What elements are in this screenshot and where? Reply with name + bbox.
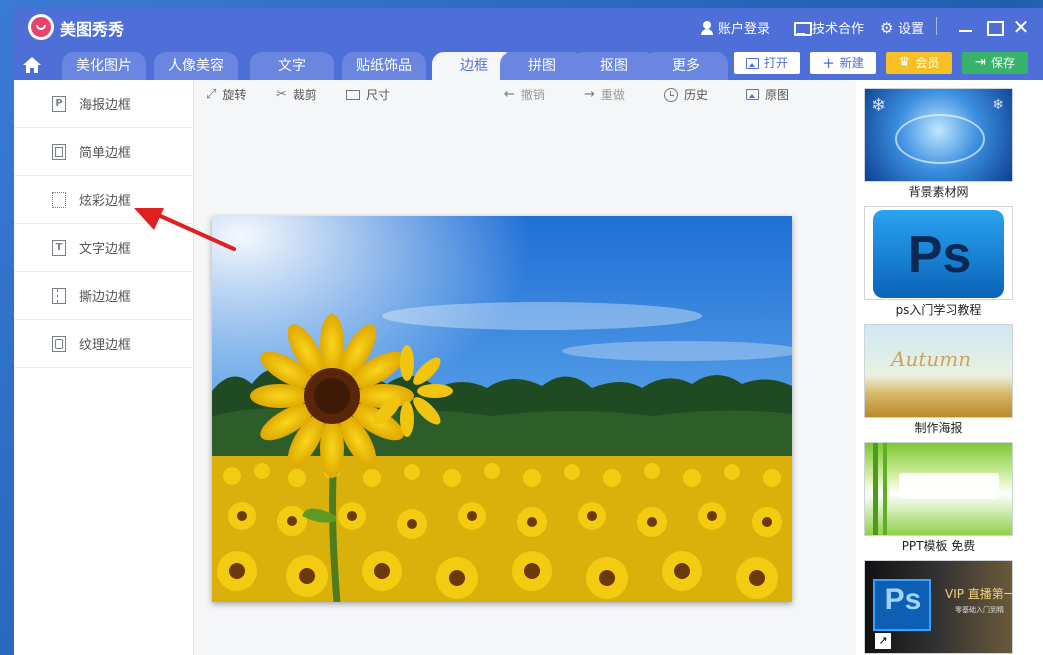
tech-cooperation-link[interactable]: 技术合作 [794, 18, 864, 37]
plus-icon: + [822, 54, 835, 72]
ad-caption: PPT模板 免费 [901, 539, 976, 553]
sidebar-item-poster-frame[interactable]: P 海报边框 [14, 80, 193, 128]
app-title: 美图秀秀 [60, 20, 125, 39]
open-label: 打开 [763, 56, 788, 70]
account-login-label: 账户登录 [718, 22, 771, 37]
main-tab-bar: 美化图片 人像美容 文字 贴纸饰品 边框 拼图 抠图 更多 打开 + 新建 ♛ … [14, 46, 1043, 80]
autumn-text: Autumn [891, 347, 972, 371]
settings-link[interactable]: ⚙ 设置 [880, 18, 924, 37]
sidebar-item-label: 炫彩边框 [79, 194, 132, 209]
sunflower-photo[interactable] [212, 216, 792, 602]
tab-portrait[interactable]: 人像美容 [154, 52, 238, 80]
ps-logo-text: Ps [907, 226, 972, 284]
sidebar-item-label: 简单边框 [79, 146, 132, 161]
tab-text[interactable]: 文字 [250, 52, 334, 80]
ad-thumbnail: Ps VIP 直播第一 零基础入门到精 ↗ [864, 560, 1013, 654]
ad-thumbnail: Autumn [864, 324, 1013, 418]
sidebar-item-label: 纹理边框 [79, 338, 132, 353]
home-button[interactable] [22, 56, 44, 76]
close-window-button[interactable]: ✕ [1010, 16, 1032, 38]
tech-cooperation-label: 技术合作 [812, 22, 865, 37]
save-label: 保存 [990, 56, 1015, 70]
sidebar-item-texture-frame[interactable]: 纹理边框 [14, 320, 193, 368]
frame-category-sidebar: P 海报边框 简单边框 炫彩边框 T 文字边框 撕边边框 纹理边框 [14, 80, 194, 655]
tab-beautify[interactable]: 美化图片 [62, 52, 146, 80]
crown-icon: ♛ [898, 55, 911, 70]
monitor-icon [794, 21, 812, 36]
torn-frame-icon [52, 287, 66, 304]
tab-stickers[interactable]: 贴纸饰品 [342, 52, 426, 80]
title-bar: 美图秀秀 账户登录 技术合作 ⚙ 设置 ✕ [14, 8, 1043, 46]
ad-caption: 制作海报 [914, 421, 963, 435]
simple-frame-icon [52, 143, 66, 160]
colorful-frame-icon [52, 191, 66, 208]
app-logo-icon [28, 14, 54, 40]
ad-thumbnail: Ps [864, 206, 1013, 300]
titlebar-divider [936, 17, 937, 35]
save-button[interactable]: ⇥ 保存 [962, 52, 1028, 74]
sidebar-item-torn-frame[interactable]: 撕边边框 [14, 272, 193, 320]
ad-card[interactable]: Autumn 制作海报 [864, 324, 1013, 436]
poster-frame-icon: P [52, 95, 66, 112]
sidebar-item-label: 海报边框 [79, 98, 132, 113]
app-window: 美图秀秀 账户登录 技术合作 ⚙ 设置 ✕ 美化图片 人像美容 文字 贴纸饰品 … [14, 8, 1043, 655]
ad-thumbnail [864, 442, 1013, 536]
ad-caption: 背景素材网 [908, 185, 969, 199]
sidebar-item-simple-frame[interactable]: 简单边框 [14, 128, 193, 176]
account-login-link[interactable]: 账户登录 [700, 18, 770, 37]
ad-card[interactable]: Ps VIP 直播第一 零基础入门到精 ↗ [864, 560, 1013, 654]
user-icon [700, 20, 714, 35]
new-button[interactable]: + 新建 [810, 52, 876, 74]
minimize-button[interactable] [954, 16, 976, 38]
sidebar-item-label: 文字边框 [79, 242, 132, 257]
image-icon [745, 57, 759, 69]
open-button[interactable]: 打开 [734, 52, 800, 74]
recommendation-panel: ❄ ❄ 背景素材网 Ps ps入门学习教程 Autumn 制作海报 PPT模板 … [856, 80, 1043, 655]
ad-card[interactable]: Ps ps入门学习教程 [864, 206, 1013, 318]
shortcut-arrow-icon: ↗ [875, 633, 891, 649]
maximize-button[interactable] [982, 16, 1004, 38]
settings-label: 设置 [898, 22, 925, 37]
vip-button[interactable]: ♛ 会员 [886, 52, 952, 74]
vip-label: 会员 [915, 56, 940, 70]
gear-icon: ⚙ [880, 18, 894, 37]
export-icon: ⇥ [975, 55, 986, 70]
new-label: 新建 [839, 56, 864, 70]
ps-logo-text: Ps [884, 583, 922, 616]
ad-card[interactable]: PPT模板 免费 [864, 442, 1013, 554]
vip-live-text: VIP 直播第一 [945, 587, 1013, 601]
ad-caption: ps入门学习教程 [895, 303, 982, 317]
text-frame-icon: T [52, 239, 66, 256]
tab-more[interactable]: 更多 [644, 52, 728, 80]
canvas-area [194, 80, 854, 655]
home-icon [23, 57, 41, 73]
annotation-arrow-icon [134, 208, 236, 251]
ad-thumbnail: ❄ ❄ [864, 88, 1013, 182]
texture-frame-icon [52, 335, 66, 352]
ad-card[interactable]: ❄ ❄ 背景素材网 [864, 88, 1013, 200]
vip-live-subtext: 零基础入门到精 [955, 606, 1004, 614]
sidebar-item-label: 撕边边框 [79, 290, 132, 305]
sunflower-field-image [212, 216, 792, 602]
